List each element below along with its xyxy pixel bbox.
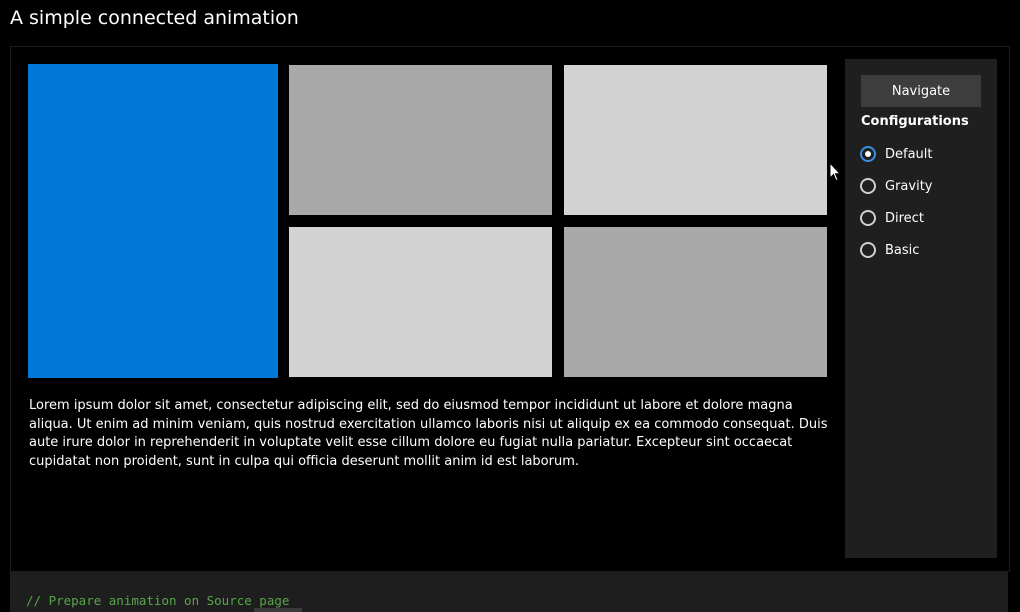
side-panel (845, 59, 997, 558)
mouse-cursor-icon (829, 162, 841, 182)
gallery-tile-bottom-right[interactable] (564, 227, 827, 377)
gallery-tile-hero[interactable] (28, 64, 278, 378)
navigate-button[interactable]: Navigate (861, 75, 981, 107)
radio-direct[interactable]: Direct (860, 207, 924, 229)
code-comment-line: // Prepare animation on Source page (26, 593, 290, 608)
configurations-heading: Configurations (861, 114, 969, 129)
body-text: Lorem ipsum dolor sit amet, consectetur … (29, 398, 828, 469)
gallery-tile-top-middle[interactable] (289, 65, 552, 215)
radio-basic[interactable]: Basic (860, 239, 919, 261)
radio-label-basic: Basic (885, 242, 920, 258)
radio-label-gravity: Gravity (885, 178, 933, 194)
radio-default[interactable]: Default (860, 143, 933, 165)
page-title: A simple connected animation (10, 7, 299, 29)
gallery-tile-top-right[interactable] (564, 65, 827, 215)
radio-unchecked-icon (860, 178, 876, 194)
radio-gravity[interactable]: Gravity (860, 175, 932, 197)
radio-unchecked-icon (860, 210, 876, 226)
code-scroll-tab[interactable] (254, 608, 302, 612)
gallery-tile-bottom-middle[interactable] (289, 227, 552, 377)
radio-label-default: Default (885, 146, 933, 162)
radio-label-direct: Direct (885, 210, 924, 226)
radio-checked-icon (860, 146, 876, 162)
radio-unchecked-icon (860, 242, 876, 258)
